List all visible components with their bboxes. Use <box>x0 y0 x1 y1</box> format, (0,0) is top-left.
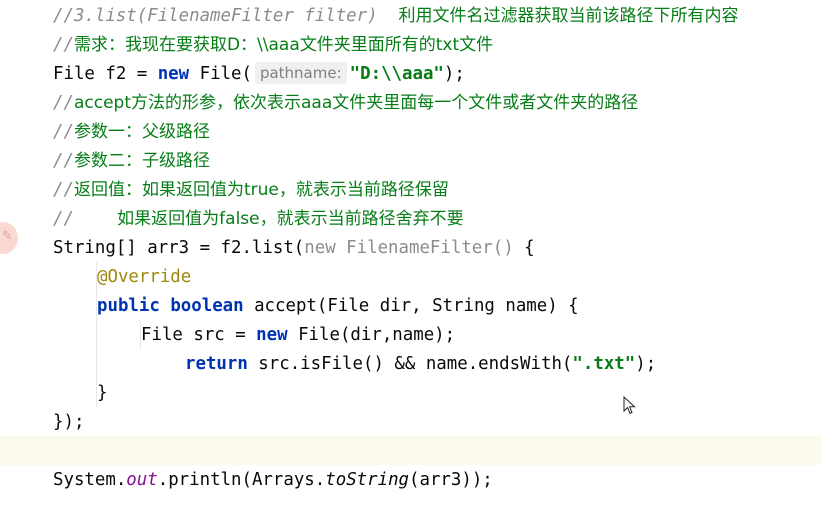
code-line[interactable]: String[] arr3 = f2.list(new FilenameFilt… <box>53 234 822 263</box>
mouse-pointer-icon <box>623 396 636 415</box>
code-editor[interactable]: { "editor": { "lines": [ {"comment_prefi… <box>0 0 822 510</box>
code-line[interactable]: System.out.println(Arrays.toString(arr3)… <box>53 466 822 495</box>
code-line[interactable]: public boolean accept(File dir, String n… <box>97 292 822 321</box>
code-line[interactable]: // 如果返回值为false，就表示当前路径舍弃不要 <box>53 205 822 234</box>
code-line[interactable]: return src.isFile() && name.endsWith(".t… <box>185 350 822 379</box>
code-line[interactable]: }); <box>53 408 822 437</box>
code-line[interactable] <box>53 437 822 466</box>
code-line[interactable]: //参数二：子级路径 <box>53 147 822 176</box>
code-line[interactable]: //参数一：父级路径 <box>53 118 822 147</box>
code-line[interactable]: //accept方法的形参，依次表示aaa文件夹里面每一个文件或者文件夹的路径 <box>53 89 822 118</box>
code-line[interactable]: File src = new File(dir,name); <box>141 321 822 350</box>
code-line[interactable]: } <box>97 379 822 408</box>
code-line[interactable]: //返回值：如果返回值为true，就表示当前路径保留 <box>53 176 822 205</box>
code-line[interactable]: //需求：我现在要获取D：\\aaa文件夹里面所有的txt文件 <box>53 31 822 60</box>
code-line[interactable]: //3.list(FilenameFilter filter) 利用文件名过滤器… <box>53 2 822 31</box>
code-line[interactable]: File f2 = new File(pathname: "D:\\aaa"); <box>53 60 822 89</box>
bulb-icon[interactable]: ✎ <box>0 222 18 254</box>
code-line[interactable]: @Override <box>97 263 822 292</box>
parameter-hint: pathname: <box>254 62 347 84</box>
